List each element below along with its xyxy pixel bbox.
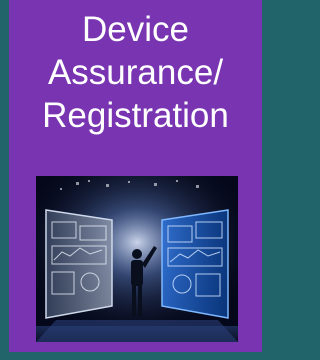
dashboard-image — [36, 176, 238, 342]
card-title: Device Assurance/ Registration — [9, 8, 262, 137]
title-line-2: Assurance/ — [47, 53, 224, 92]
title-line-3: Registration — [42, 96, 229, 135]
slide-card: Device Assurance/ Registration — [9, 0, 262, 352]
futuristic-dashboard-icon — [36, 176, 238, 342]
title-line-1: Device — [82, 10, 189, 49]
